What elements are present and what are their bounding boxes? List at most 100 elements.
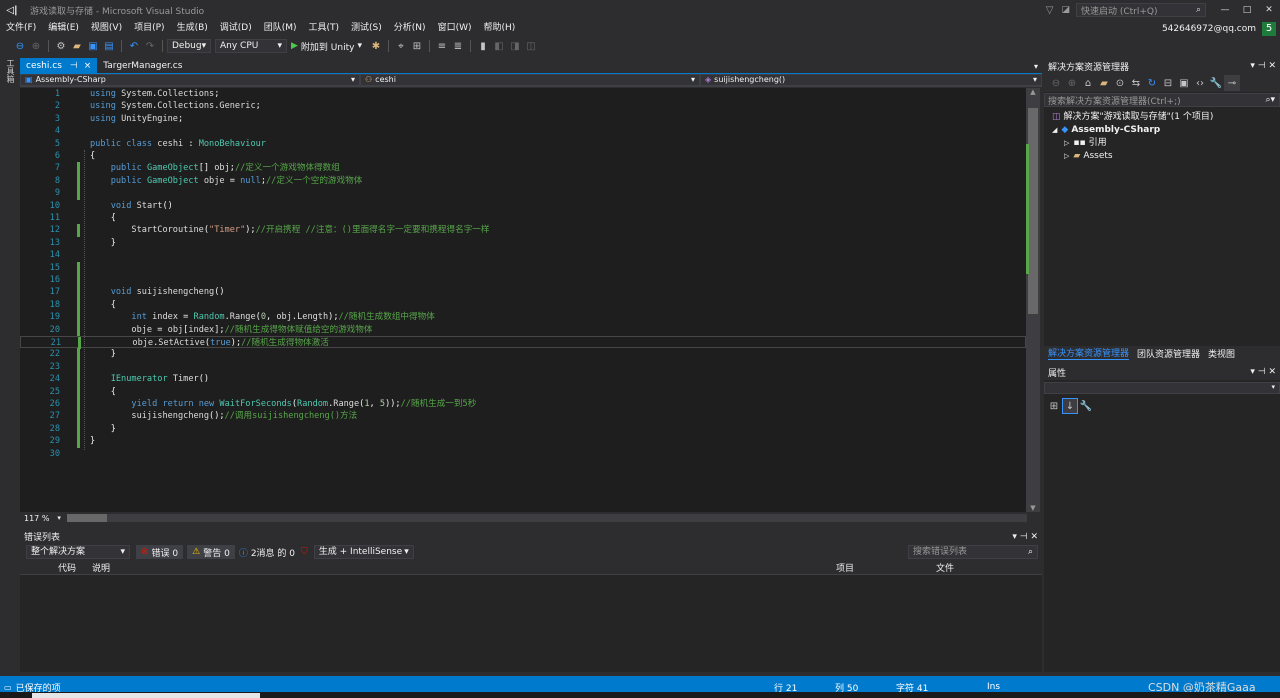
expand-icon[interactable]: ◢: [1052, 124, 1057, 137]
code-line[interactable]: 15: [20, 261, 1026, 274]
code-line[interactable]: 27 suijishengcheng();//调用suijishengcheng…: [20, 410, 1026, 423]
quick-launch-input[interactable]: 快速启动 (Ctrl+Q) ⌕: [1076, 3, 1206, 17]
code-line[interactable]: 11 {: [20, 212, 1026, 224]
properties-icon[interactable]: 🔧: [1208, 75, 1224, 91]
code-line[interactable]: 26 yield return new WaitForSeconds(Rando…: [20, 398, 1026, 411]
collapse-all-icon[interactable]: ⊟: [1160, 75, 1176, 91]
toolbox-label[interactable]: 工具箱: [5, 59, 16, 83]
feedback-icon[interactable]: ◪: [1061, 5, 1070, 15]
menu-analyze[interactable]: 分析(N): [388, 20, 432, 37]
menu-tools[interactable]: 工具(T): [303, 20, 346, 37]
panel-controls-icon[interactable]: ▾ ⊣ ✕: [1250, 367, 1276, 377]
class-combo[interactable]: ⚇ ceshi ▾: [360, 74, 700, 86]
editor-vertical-scrollbar[interactable]: ▲ ▼: [1026, 88, 1040, 512]
tab-ceshi[interactable]: ceshi.cs ⊣ ×: [20, 58, 98, 74]
build-source-select[interactable]: 生成 + IntelliSense ▾: [313, 545, 414, 559]
panel-controls-icon[interactable]: ▾ ⊣ ✕: [1250, 61, 1276, 71]
config-select[interactable]: Debug ▾: [167, 39, 211, 53]
home-icon[interactable]: ⌂: [1080, 75, 1096, 91]
tree-assets[interactable]: ▷ ▰ Assets: [1044, 150, 1280, 163]
tab-overflow-icon[interactable]: ▾: [1034, 62, 1038, 71]
tab-solution-explorer[interactable]: 解决方案资源管理器: [1048, 346, 1130, 360]
col-file[interactable]: 文件: [936, 561, 1016, 574]
code-line[interactable]: 4: [20, 125, 1026, 137]
new-project-icon[interactable]: ⚙: [53, 38, 69, 54]
back-icon[interactable]: ⊖: [12, 38, 28, 54]
code-line[interactable]: 14: [20, 249, 1026, 261]
tree-solution[interactable]: ◫ 解决方案"游戏读取与存储"(1 个项目): [1044, 111, 1280, 124]
error-search-input[interactable]: 搜索错误列表 ⌕: [908, 545, 1038, 559]
tree-project[interactable]: ◢ ◆ Assembly-CSharp: [1044, 124, 1280, 137]
close-button[interactable]: ✕: [1258, 5, 1280, 15]
code-line[interactable]: 23: [20, 360, 1026, 374]
tree-references[interactable]: ▷ ▪▪ 引用: [1044, 137, 1280, 150]
flag-icon[interactable]: ▮: [475, 38, 491, 54]
taskbar-item[interactable]: [32, 693, 260, 698]
code-line[interactable]: 2 using System.Collections.Generic;: [20, 100, 1026, 112]
switch-view-icon[interactable]: ▰: [1096, 75, 1112, 91]
notification-badge[interactable]: 5: [1262, 21, 1276, 36]
bookmark-icon[interactable]: ⊞: [409, 38, 425, 54]
prev-bookmark-icon[interactable]: ◧: [491, 38, 507, 54]
col-description[interactable]: 说明: [92, 561, 836, 574]
filter-icon[interactable]: ▽: [1046, 5, 1054, 16]
view-code-icon[interactable]: ‹›: [1192, 75, 1208, 91]
scroll-up-icon[interactable]: ▲: [1026, 88, 1040, 96]
preview-icon[interactable]: ⊸: [1224, 75, 1240, 91]
code-line[interactable]: 21 obje.SetActive(true);//随机生成得物体激活: [20, 336, 1026, 350]
properties-object-select[interactable]: ▾: [1044, 382, 1280, 394]
pin-icon[interactable]: ⊣: [70, 58, 78, 74]
code-line[interactable]: 10 void Start(): [20, 200, 1026, 212]
find-icon[interactable]: ⌖: [393, 38, 409, 54]
code-line[interactable]: 29}: [20, 435, 1026, 448]
code-editor[interactable]: 1 using System.Collections; 2 using System.…: [20, 88, 1026, 512]
code-line[interactable]: 16: [20, 274, 1026, 287]
solution-search-input[interactable]: 搜索解决方案资源管理器(Ctrl+;) ⌕▾: [1044, 93, 1280, 107]
code-line[interactable]: 13 }: [20, 237, 1026, 249]
col-project[interactable]: 项目: [836, 561, 936, 574]
code-line[interactable]: 20 obje = obj[index];//随机生成得物体赋值给空的游戏物体: [20, 323, 1026, 336]
member-combo[interactable]: ◈ suijishengcheng() ▾: [700, 74, 1042, 86]
code-line[interactable]: 7 public GameObject[] obj;//定义一个游戏物体得数组: [20, 162, 1026, 175]
project-combo[interactable]: ▣ Assembly-CSharp ▾: [20, 74, 360, 86]
scroll-down-icon[interactable]: ▼: [1026, 504, 1040, 512]
uncomment-icon[interactable]: ≣: [450, 38, 466, 54]
categorized-icon[interactable]: ⊞: [1046, 398, 1062, 414]
forward-icon[interactable]: ⊕: [28, 38, 44, 54]
back-icon[interactable]: ⊖: [1048, 75, 1064, 91]
collapse-icon[interactable]: ▷: [1064, 137, 1069, 150]
sync-icon[interactable]: ⇆: [1128, 75, 1144, 91]
menu-help[interactable]: 帮助(H): [477, 20, 521, 37]
code-line[interactable]: 18 {: [20, 298, 1026, 312]
code-line[interactable]: 25 {: [20, 385, 1026, 398]
forward-icon[interactable]: ⊕: [1064, 75, 1080, 91]
panel-controls-icon[interactable]: ▾ ⊣ ✕: [1012, 532, 1038, 542]
collapse-icon[interactable]: ▷: [1064, 150, 1069, 163]
code-line[interactable]: 8 public GameObject obje = null;//定义一个空的…: [20, 174, 1026, 188]
maximize-button[interactable]: □: [1236, 5, 1258, 15]
menu-test[interactable]: 测试(S): [345, 20, 388, 37]
code-line[interactable]: 30: [20, 448, 1026, 460]
menu-debug[interactable]: 调试(D): [214, 20, 258, 37]
refresh-icon[interactable]: ↻: [1144, 75, 1160, 91]
tab-class-view[interactable]: 类视图: [1208, 347, 1235, 360]
comment-icon[interactable]: ≡: [434, 38, 450, 54]
close-icon[interactable]: ×: [84, 58, 92, 74]
alphabetical-icon[interactable]: ↓: [1062, 398, 1078, 414]
editor-horizontal-scrollbar[interactable]: [66, 514, 1027, 522]
scope-select[interactable]: 整个解决方案 ▾: [26, 545, 130, 559]
platform-select[interactable]: Any CPU ▾: [215, 39, 287, 53]
code-line[interactable]: 28 }: [20, 422, 1026, 436]
code-line[interactable]: 5 public class ceshi : MonoBehaviour: [20, 138, 1026, 150]
toolbox-strip[interactable]: 工具箱: [0, 55, 20, 675]
col-code[interactable]: 代码: [58, 561, 92, 574]
errors-filter-button[interactable]: ⊗ 错误 0: [136, 545, 184, 559]
menu-window[interactable]: 窗口(W): [432, 20, 478, 37]
chevron-down-icon[interactable]: ▾: [57, 514, 61, 522]
code-line[interactable]: 19 int index = Random.Range(0, obj.Lengt…: [20, 311, 1026, 324]
open-file-icon[interactable]: ▰: [69, 38, 85, 54]
save-icon[interactable]: ▣: [85, 38, 101, 54]
filter-icon[interactable]: ⛉: [301, 547, 308, 557]
next-bookmark-icon[interactable]: ◨: [507, 38, 523, 54]
clear-bookmark-icon[interactable]: ◫: [523, 38, 539, 54]
